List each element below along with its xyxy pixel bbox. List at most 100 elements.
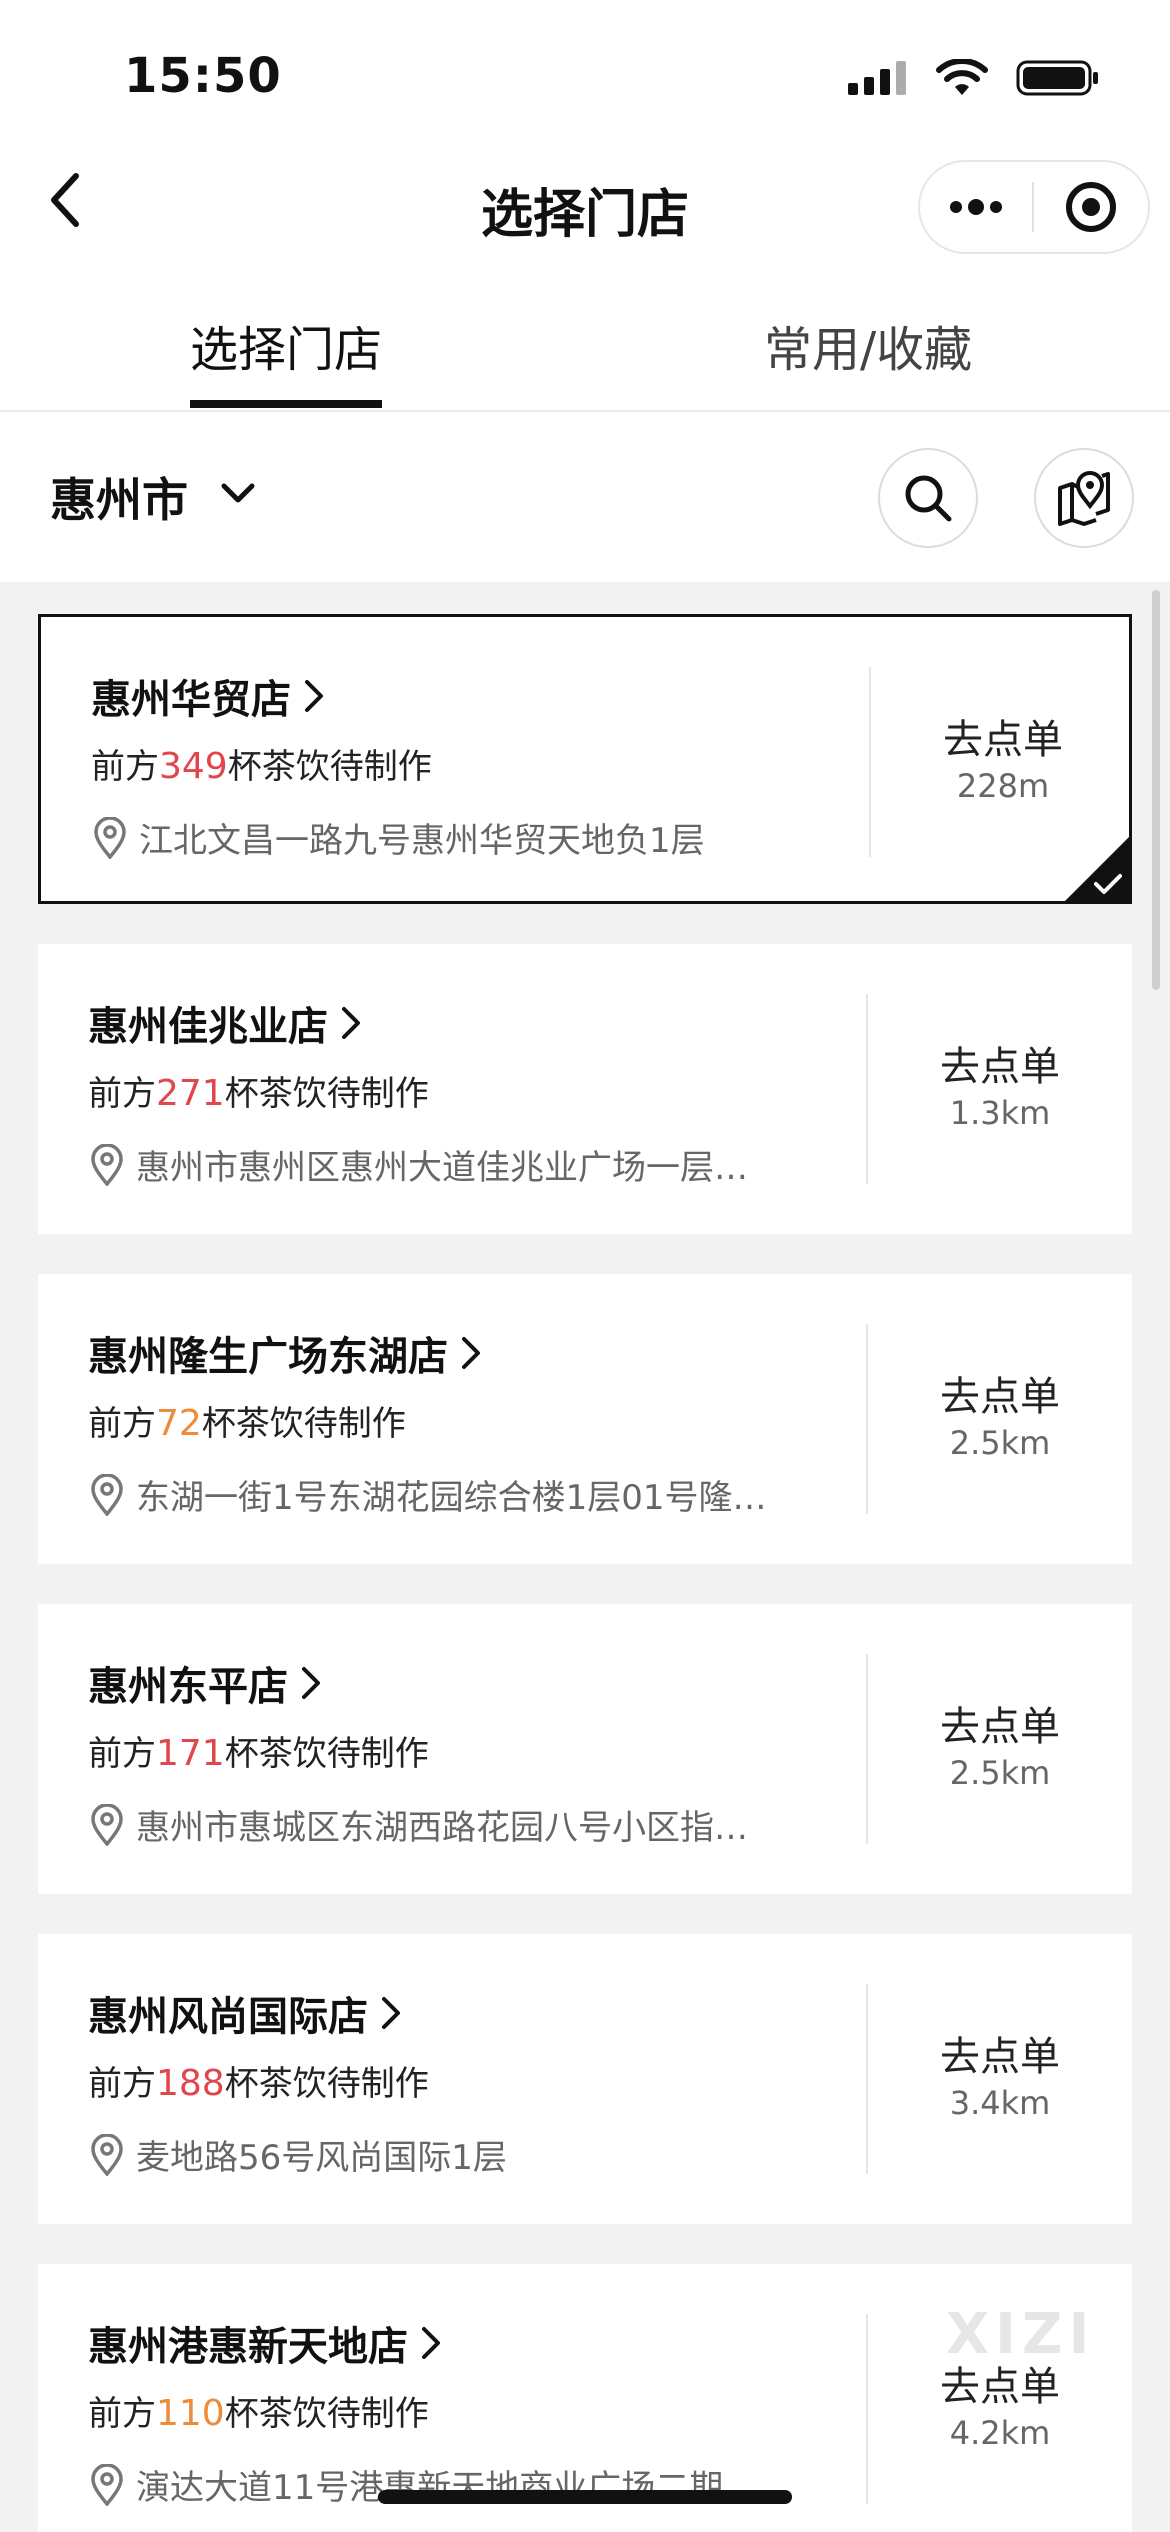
wifi-icon <box>936 59 988 97</box>
store-name-text: 惠州华贸店 <box>91 677 291 723</box>
queue-count: 110 <box>156 2393 225 2434</box>
chevron-down-icon[interactable] <box>218 478 258 508</box>
chevron-right-icon <box>342 1007 360 1039</box>
store-address-text: 东湖一街1号东湖花园综合楼1层01号隆… <box>136 1478 767 1518</box>
store-distance: 2.5km <box>949 1424 1051 1462</box>
store-distance: 3.4km <box>949 2084 1051 2122</box>
store-distance: 2.5km <box>949 1754 1051 1792</box>
scrollbar[interactable] <box>1152 590 1160 990</box>
chevron-right-icon <box>302 1667 320 1699</box>
store-address: 惠州市惠州区惠州大道佳兆业广场一层… <box>88 1140 818 1189</box>
queue-prefix: 前方 <box>88 1074 156 1114</box>
chevron-right-icon <box>305 680 323 712</box>
queue-suffix: 杯茶饮待制作 <box>224 2394 429 2434</box>
queue-info: 前方110杯茶饮待制作 <box>88 2386 429 2435</box>
status-time: 15:50 <box>124 48 282 104</box>
queue-count: 349 <box>159 746 228 787</box>
store-card[interactable]: 惠州风尚国际店 前方188杯茶饮待制作 麦地路56号风尚国际1层 去点单 3.4… <box>38 1934 1132 2224</box>
store-distance: 228m <box>956 767 1050 805</box>
queue-suffix: 杯茶饮待制作 <box>201 1404 406 1444</box>
queue-count: 271 <box>156 1073 225 1114</box>
store-address-text: 麦地路56号风尚国际1层 <box>136 2138 507 2178</box>
store-name[interactable]: 惠州东平店 <box>88 1654 322 1712</box>
store-address-text: 惠州市惠城区东湖西路花园八号小区指… <box>136 1808 748 1848</box>
selected-check-icon <box>1062 834 1132 904</box>
location-pin-icon <box>91 1803 123 1846</box>
chevron-right-icon <box>382 1997 400 2029</box>
store-address: 江北文昌一路九号惠州华贸天地负1层 <box>91 813 821 862</box>
location-pin-icon <box>91 1143 123 1186</box>
order-button[interactable]: 去点单 <box>868 2024 1132 2082</box>
miniapp-capsule <box>918 160 1150 254</box>
store-name-text: 惠州港惠新天地店 <box>88 2324 408 2370</box>
order-button[interactable]: 去点单 <box>868 1694 1132 1752</box>
store-list: 惠州华贸店 前方349杯茶饮待制作 江北文昌一路九号惠州华贸天地负1层 去点单 … <box>0 582 1170 2532</box>
location-pin-icon <box>91 1473 123 1516</box>
queue-suffix: 杯茶饮待制作 <box>224 1734 429 1774</box>
store-distance: 1.3km <box>949 1094 1051 1132</box>
queue-count: 188 <box>156 2063 225 2104</box>
chevron-right-icon <box>422 2327 440 2359</box>
search-button[interactable] <box>878 448 978 548</box>
battery-icon <box>1016 58 1100 98</box>
search-icon <box>905 475 952 522</box>
order-button[interactable]: 去点单 <box>868 1034 1132 1092</box>
store-name-text: 惠州隆生广场东湖店 <box>88 1334 448 1380</box>
chevron-right-icon <box>462 1337 480 1369</box>
store-name[interactable]: 惠州风尚国际店 <box>88 1984 402 2042</box>
queue-info: 前方72杯茶饮待制作 <box>88 1396 406 1445</box>
queue-prefix: 前方 <box>91 747 159 787</box>
map-pin-icon <box>1058 471 1110 526</box>
store-card[interactable]: 惠州东平店 前方171杯茶饮待制作 惠州市惠城区东湖西路花园八号小区指… 去点单… <box>38 1604 1132 1894</box>
store-name[interactable]: 惠州隆生广场东湖店 <box>88 1324 482 1382</box>
store-name[interactable]: 惠州港惠新天地店 <box>88 2314 442 2372</box>
order-button[interactable]: 去点单 <box>868 1364 1132 1422</box>
store-name-text: 惠州佳兆业店 <box>88 1004 328 1050</box>
active-tab-indicator <box>190 400 382 408</box>
store-name[interactable]: 惠州华贸店 <box>91 667 325 725</box>
store-name[interactable]: 惠州佳兆业店 <box>88 994 362 1052</box>
more-button[interactable] <box>920 162 1032 252</box>
location-pin-icon <box>94 816 126 859</box>
store-card[interactable]: 惠州华贸店 前方349杯茶饮待制作 江北文昌一路九号惠州华贸天地负1层 去点单 … <box>38 614 1132 904</box>
store-name-text: 惠州东平店 <box>88 1664 288 1710</box>
queue-info: 前方349杯茶饮待制作 <box>91 739 432 788</box>
store-address: 麦地路56号风尚国际1层 <box>88 2130 818 2179</box>
queue-count: 72 <box>156 1403 202 1444</box>
queue-prefix: 前方 <box>88 1404 156 1444</box>
status-icons <box>848 58 1100 98</box>
city-selector[interactable]: 惠州市 <box>50 464 188 530</box>
store-address-text: 惠州市惠州区惠州大道佳兆业广场一层… <box>136 1148 748 1188</box>
city-bar: 惠州市 <box>0 412 1170 582</box>
queue-suffix: 杯茶饮待制作 <box>224 2064 429 2104</box>
queue-info: 前方171杯茶饮待制作 <box>88 1726 429 1775</box>
more-dots-icon <box>950 199 1002 215</box>
store-select-screen: 15:50 选择门店 选择门店 常用/收藏 惠州市 惠州华贸店 前方349杯茶饮… <box>0 0 1170 2532</box>
location-pin-icon <box>91 2133 123 2176</box>
queue-info: 前方188杯茶饮待制作 <box>88 2056 429 2105</box>
home-indicator[interactable] <box>378 2490 792 2504</box>
queue-prefix: 前方 <box>88 2394 156 2434</box>
order-button[interactable]: 去点单 <box>871 707 1135 765</box>
store-address-text: 江北文昌一路九号惠州华贸天地负1层 <box>139 821 705 861</box>
tab-favorites[interactable]: 常用/收藏 <box>764 310 972 380</box>
store-distance: 4.2km <box>949 2414 1051 2452</box>
store-name-text: 惠州风尚国际店 <box>88 1994 368 2040</box>
location-pin-icon <box>91 2463 123 2506</box>
queue-suffix: 杯茶饮待制作 <box>227 747 432 787</box>
watermark: XIZI <box>946 2302 1096 2367</box>
map-button[interactable] <box>1034 448 1134 548</box>
store-card[interactable]: 惠州佳兆业店 前方271杯茶饮待制作 惠州市惠州区惠州大道佳兆业广场一层… 去点… <box>38 944 1132 1234</box>
queue-prefix: 前方 <box>88 2064 156 2104</box>
close-miniapp-button[interactable] <box>1034 179 1148 235</box>
queue-count: 171 <box>156 1733 225 1774</box>
top-area: 15:50 选择门店 选择门店 常用/收藏 <box>0 0 1170 412</box>
signal-icon <box>848 61 908 95</box>
tab-bar: 选择门店 常用/收藏 <box>0 300 1170 412</box>
store-card[interactable]: 惠州隆生广场东湖店 前方72杯茶饮待制作 东湖一街1号东湖花园综合楼1层01号隆… <box>38 1274 1132 1564</box>
store-address: 惠州市惠城区东湖西路花园八号小区指… <box>88 1800 818 1849</box>
target-icon <box>1066 182 1116 232</box>
tab-select-store[interactable]: 选择门店 <box>190 310 382 380</box>
store-address: 东湖一街1号东湖花园综合楼1层01号隆… <box>88 1470 818 1519</box>
queue-suffix: 杯茶饮待制作 <box>224 1074 429 1114</box>
